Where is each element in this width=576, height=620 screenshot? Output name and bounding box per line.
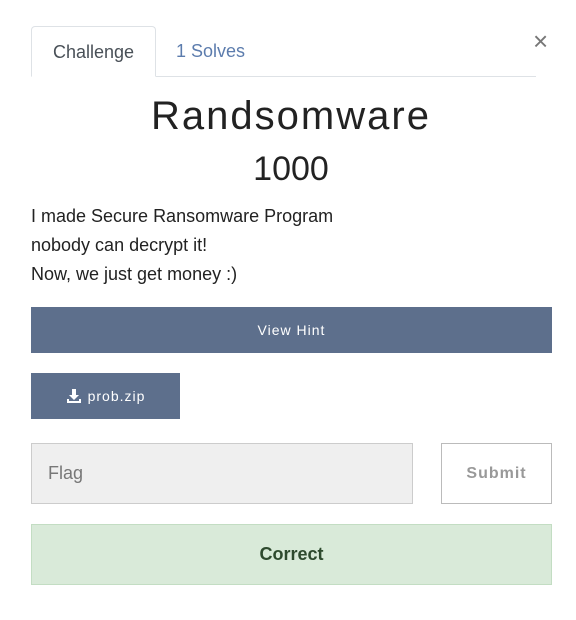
- file-name-label: prob.zip: [87, 388, 146, 404]
- challenge-points: 1000: [253, 150, 329, 188]
- view-hint-button[interactable]: View Hint: [31, 307, 552, 353]
- file-download-button[interactable]: prob.zip: [31, 373, 180, 419]
- tab-bar: Challenge 1 Solves: [31, 26, 536, 77]
- submit-button[interactable]: Submit: [441, 443, 552, 504]
- tab-challenge[interactable]: Challenge: [31, 26, 156, 77]
- download-icon: [66, 389, 81, 403]
- flag-input[interactable]: [31, 443, 413, 504]
- challenge-title: Randsomware: [151, 94, 431, 138]
- description-line: Now, we just get money :): [31, 264, 238, 284]
- result-alert: Correct: [31, 524, 552, 585]
- close-icon[interactable]: ×: [533, 28, 548, 54]
- challenge-description: I made Secure Ransomware Program nobody …: [31, 202, 333, 289]
- description-line: nobody can decrypt it!: [31, 235, 208, 255]
- tab-solves[interactable]: 1 Solves: [176, 26, 245, 76]
- description-line: I made Secure Ransomware Program: [31, 206, 334, 226]
